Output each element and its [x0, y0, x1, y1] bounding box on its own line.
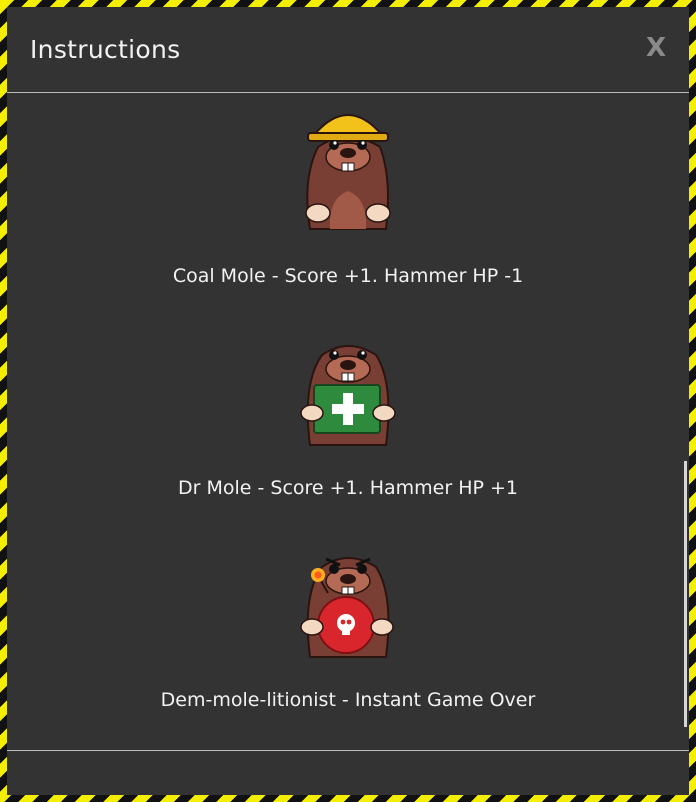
- modal-title: Instructions: [30, 35, 181, 64]
- coal-mole-description: Coal Mole - Score +1. Hammer HP -1: [172, 265, 524, 287]
- bomb-mole-icon: [300, 557, 394, 658]
- demolitionist-description: Dem-mole-litionist - Instant Game Over: [160, 689, 536, 711]
- modal-body: Coal Mole - Score +1. Hammer HP -1 Dr Mo…: [7, 93, 689, 749]
- mole-card-dr: Dr Mole - Score +1. Hammer HP +1: [7, 333, 689, 499]
- close-button[interactable]: X: [643, 33, 669, 63]
- hard-hat-mole-icon: [305, 114, 391, 230]
- mole-card-demolitionist: Dem-mole-litionist - Instant Game Over: [7, 545, 689, 711]
- mole-card-coal: Coal Mole - Score +1. Hammer HP -1: [7, 93, 689, 287]
- first-aid-mole-icon: [300, 345, 396, 446]
- modal-header: Instructions X: [7, 7, 689, 93]
- instructions-modal: Instructions X Coal Mole - Score +1. Ham…: [7, 7, 689, 795]
- modal-footer: [7, 750, 689, 796]
- scrollbar[interactable]: [684, 461, 687, 727]
- dr-mole-description: Dr Mole - Score +1. Hammer HP +1: [177, 477, 519, 499]
